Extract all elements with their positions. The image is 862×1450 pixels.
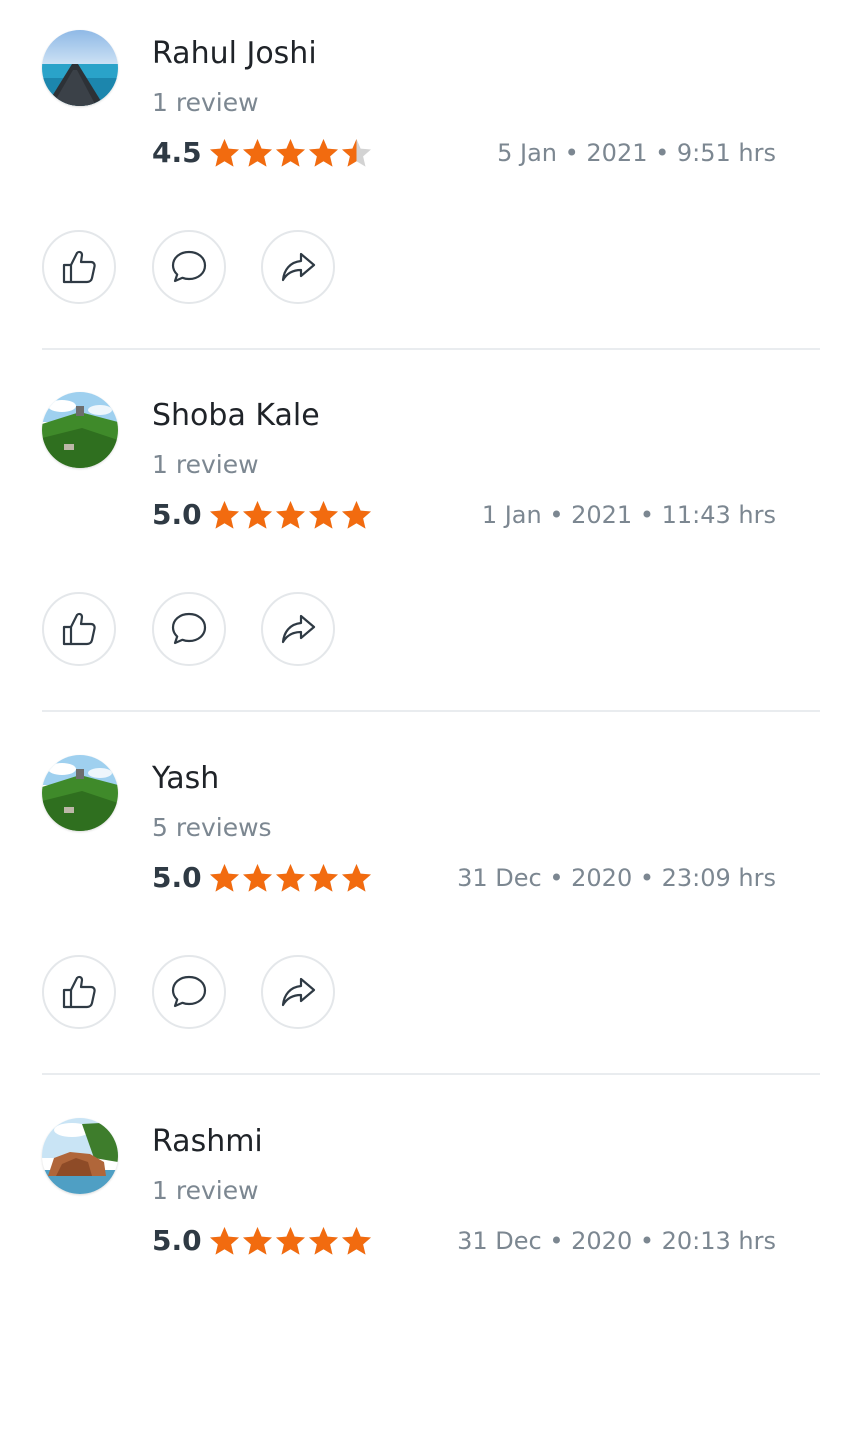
avatar[interactable] bbox=[42, 30, 118, 106]
star-icon bbox=[210, 864, 239, 892]
star-icon bbox=[309, 1227, 338, 1255]
review-count: 1 review bbox=[152, 1176, 259, 1205]
star-icon bbox=[342, 501, 371, 529]
star-icon bbox=[243, 1227, 272, 1255]
comment-button[interactable] bbox=[152, 955, 226, 1029]
review-count: 1 review bbox=[152, 450, 259, 479]
star-icon bbox=[342, 864, 371, 892]
rating-value: 5.0 bbox=[152, 861, 202, 894]
rating-value: 5.0 bbox=[152, 1224, 202, 1257]
star-icon bbox=[309, 864, 338, 892]
like-button[interactable] bbox=[42, 592, 116, 666]
star-icon bbox=[309, 501, 338, 529]
thumbs-up-icon bbox=[62, 975, 96, 1009]
review-date: 31 Dec • 2020 • 23:09 hrs bbox=[457, 864, 776, 892]
review-date: 31 Dec • 2020 • 20:13 hrs bbox=[457, 1227, 776, 1255]
avatar-image-pier bbox=[42, 30, 118, 106]
avatar[interactable] bbox=[42, 1118, 118, 1194]
review-date: 1 Jan • 2021 • 11:43 hrs bbox=[481, 501, 776, 529]
star-icon bbox=[210, 501, 239, 529]
review-card: Rahul Joshi 1 review 4.5 5 Jan • 2021 • … bbox=[0, 0, 862, 362]
star-icon bbox=[243, 501, 272, 529]
star-icon bbox=[276, 501, 305, 529]
star-icon bbox=[276, 139, 305, 167]
share-button[interactable] bbox=[261, 955, 335, 1029]
comment-button[interactable] bbox=[152, 592, 226, 666]
divider bbox=[42, 348, 820, 350]
comment-bubble-icon bbox=[171, 975, 207, 1008]
reviewer-name[interactable]: Rashmi bbox=[152, 1120, 263, 1164]
like-button[interactable] bbox=[42, 955, 116, 1029]
reviewer-name[interactable]: Yash bbox=[152, 757, 219, 801]
avatar-image-rock bbox=[42, 1118, 118, 1194]
divider bbox=[42, 1073, 820, 1075]
star-icon bbox=[243, 864, 272, 892]
star-icon bbox=[276, 864, 305, 892]
thumbs-up-icon bbox=[62, 250, 96, 284]
like-button[interactable] bbox=[42, 230, 116, 304]
review-count: 5 reviews bbox=[152, 813, 272, 842]
star-icon bbox=[342, 139, 371, 167]
share-arrow-icon bbox=[281, 977, 316, 1007]
reviewer-name[interactable]: Rahul Joshi bbox=[152, 32, 317, 76]
divider bbox=[42, 710, 820, 712]
rating-stars bbox=[208, 861, 373, 897]
star-icon bbox=[210, 1227, 239, 1255]
star-icon bbox=[210, 139, 239, 167]
thumbs-up-icon bbox=[62, 612, 96, 646]
review-count: 1 review bbox=[152, 88, 259, 117]
share-button[interactable] bbox=[261, 230, 335, 304]
review-card: Yash 5 reviews 5.0 31 Dec • 2020 • 23:09… bbox=[0, 725, 862, 1087]
rating-value: 4.5 bbox=[152, 136, 202, 169]
comment-bubble-icon bbox=[171, 250, 207, 283]
avatar[interactable] bbox=[42, 392, 118, 468]
rating-stars bbox=[208, 498, 373, 534]
avatar[interactable] bbox=[42, 755, 118, 831]
star-icon bbox=[342, 1227, 371, 1255]
rating-value: 5.0 bbox=[152, 498, 202, 531]
star-icon bbox=[309, 139, 338, 167]
review-date: 5 Jan • 2021 • 9:51 hrs bbox=[497, 139, 776, 167]
avatar-image-hill bbox=[42, 392, 118, 468]
star-icon bbox=[243, 139, 272, 167]
comment-bubble-icon bbox=[171, 612, 207, 645]
star-icon bbox=[276, 1227, 305, 1255]
comment-button[interactable] bbox=[152, 230, 226, 304]
review-card: Shoba Kale 1 review 5.0 1 Jan • 2021 • 1… bbox=[0, 362, 862, 724]
review-card: Rashmi 1 review 5.0 31 Dec • 2020 • 20:1… bbox=[0, 1088, 862, 1450]
share-button[interactable] bbox=[261, 592, 335, 666]
rating-stars bbox=[208, 1224, 373, 1260]
rating-stars bbox=[208, 136, 373, 172]
avatar-image-hill bbox=[42, 755, 118, 831]
share-arrow-icon bbox=[281, 252, 316, 282]
reviewer-name[interactable]: Shoba Kale bbox=[152, 394, 320, 438]
share-arrow-icon bbox=[281, 614, 316, 644]
